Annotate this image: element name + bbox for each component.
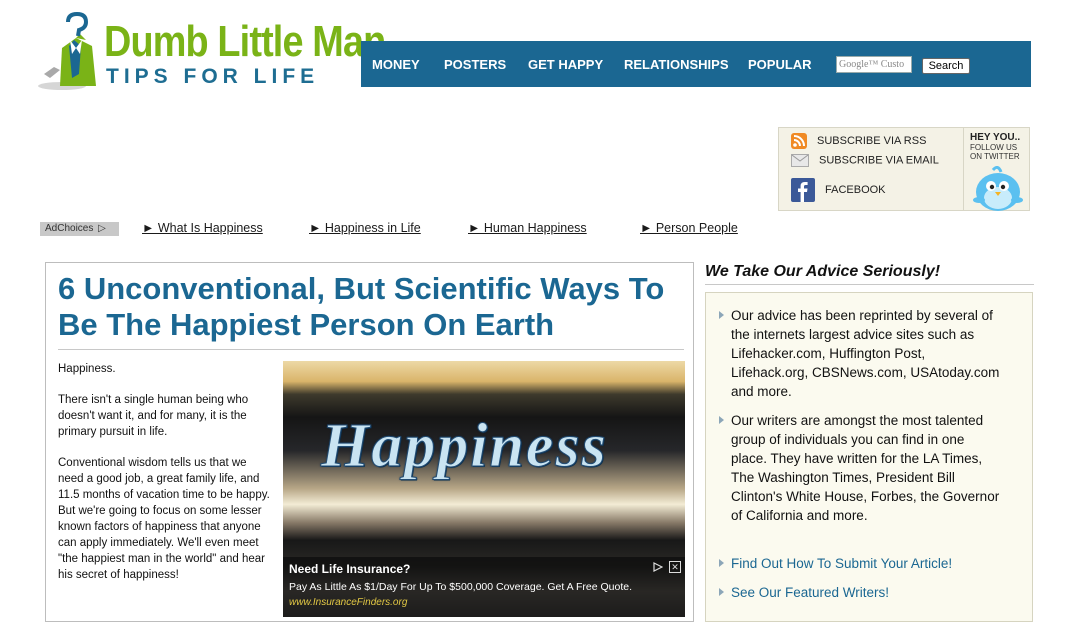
logo-man-icon (38, 12, 96, 90)
ad-link-person-people[interactable]: ► Person People (640, 221, 738, 235)
search-input[interactable]: Google™ Custo (836, 56, 912, 73)
article-headline[interactable]: 6 Unconventional, But Scientific Ways To… (58, 271, 688, 343)
facebook-label: FACEBOOK (825, 183, 886, 196)
ad-overlay[interactable]: Need Life Insurance? Pay As Little As $1… (283, 557, 685, 617)
facebook-icon (791, 178, 815, 202)
logo-tagline: TIPS FOR LIFE (106, 65, 320, 88)
sidebar-item: Our writers are amongst the most talente… (719, 411, 1003, 525)
nav-item-posters[interactable]: POSTERS (444, 57, 506, 72)
adchoices-play-icon[interactable] (653, 562, 663, 572)
sidebar-advice-box: Our advice has been reprinted by several… (705, 292, 1033, 622)
sidebar-title: We Take Our Advice Seriously! (705, 263, 941, 280)
subscribe-email-link[interactable]: SUBSCRIBE VIA EMAIL (791, 154, 939, 167)
main-nav: MONEY POSTERS GET HAPPY RELATIONSHIPS PO… (361, 41, 1031, 87)
divider (705, 284, 1034, 285)
article-body: Happiness. There isn't a single human be… (58, 361, 273, 598)
twitter-bird-icon (973, 166, 1023, 211)
subscribe-email-label: SUBSCRIBE VIA EMAIL (819, 154, 939, 167)
subscribe-rss-label: SUBSCRIBE VIA RSS (817, 134, 927, 147)
rss-icon (791, 133, 807, 149)
submit-article-link[interactable]: Find Out How To Submit Your Article! (719, 554, 1003, 573)
ad-url[interactable]: www.InsuranceFinders.org (289, 597, 407, 608)
facebook-link[interactable]: FACEBOOK (791, 178, 886, 202)
twitter-follow[interactable]: HEY YOU.. FOLLOW US ON TWITTER (963, 128, 1030, 211)
article-paragraph: Happiness. (58, 363, 116, 375)
ad-link-happiness-in-life[interactable]: ► Happiness in Life (309, 221, 421, 235)
ad-link-what-is-happiness[interactable]: ► What Is Happiness (142, 221, 263, 235)
nav-item-relationships[interactable]: RELATIONSHIPS (624, 57, 729, 72)
adchoices-icon: ▷ (98, 223, 106, 234)
nav-item-get-happy[interactable]: GET HAPPY (528, 57, 603, 72)
ad-link-human-happiness[interactable]: ► Human Happiness (468, 221, 587, 235)
divider (58, 349, 684, 350)
twitter-subtitle: FOLLOW US ON TWITTER (970, 143, 1020, 161)
featured-writers-link[interactable]: See Our Featured Writers! (719, 583, 1003, 602)
article-paragraph: There isn't a single human being who doe… (58, 394, 249, 438)
sidebar-item: Our advice has been reprinted by several… (719, 306, 1003, 401)
close-icon[interactable]: ✕ (669, 561, 681, 573)
adchoices-badge[interactable]: AdChoices ▷ (40, 222, 119, 236)
subscribe-rss-link[interactable]: SUBSCRIBE VIA RSS (791, 133, 926, 149)
ad-description: Pay As Little As $1/Day For Up To $500,0… (289, 581, 633, 593)
ad-title[interactable]: Need Life Insurance? (289, 562, 410, 576)
nav-item-money[interactable]: MONEY (372, 57, 420, 72)
logo-title[interactable]: Dumb Little Man (104, 20, 386, 64)
hero-image-word: Happiness (321, 412, 608, 481)
nav-item-popular[interactable]: POPULAR (748, 57, 812, 72)
search-button[interactable]: Search (922, 58, 970, 74)
article-hero-image: Happiness Need Life Insurance? Pay As Li… (283, 361, 685, 617)
article: 6 Unconventional, But Scientific Ways To… (45, 262, 694, 622)
article-paragraph: Conventional wisdom tells us that we nee… (58, 457, 270, 581)
subscribe-box: SUBSCRIBE VIA RSS SUBSCRIBE VIA EMAIL FA… (778, 127, 1030, 211)
twitter-title: HEY YOU.. (970, 132, 1021, 143)
adchoices-label: AdChoices (45, 223, 94, 234)
email-icon (791, 154, 809, 167)
